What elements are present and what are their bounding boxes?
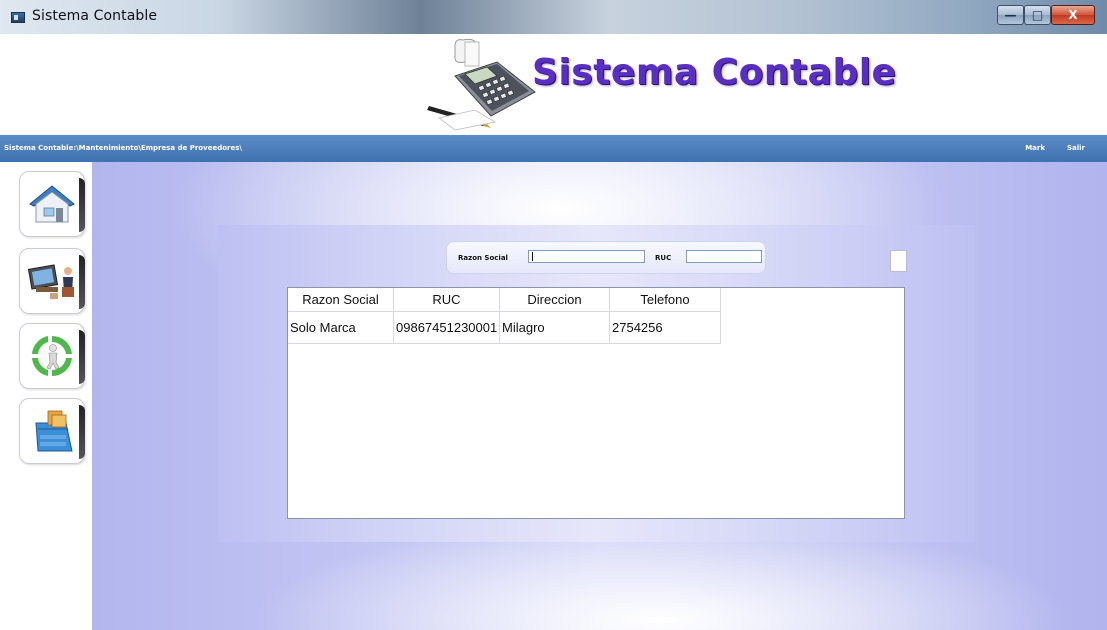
user-name: Mark: [1025, 144, 1045, 152]
sidebar: [0, 162, 92, 630]
column-header[interactable]: Telefono: [609, 288, 721, 312]
column-header[interactable]: RUC: [393, 288, 500, 312]
window-controls: — □ X: [997, 5, 1095, 25]
razon-social-label: Razon Social: [458, 254, 508, 262]
minimize-button[interactable]: —: [997, 5, 1024, 25]
app-title: Sistema Contable: [532, 52, 897, 93]
table-cell[interactable]: 2754256: [609, 311, 721, 344]
breadcrumb: Sistema Contable:\Mantenimiento\Empresa …: [4, 144, 242, 152]
column-header[interactable]: Razon Social: [288, 288, 394, 312]
ruc-label: RUC: [655, 254, 672, 262]
table-cell[interactable]: Milagro: [499, 311, 610, 344]
ruc-input[interactable]: [686, 250, 762, 263]
providers-panel: Razon Social RUC Razon Social RUC Direcc…: [218, 225, 975, 542]
app-window-icon: [11, 12, 25, 23]
window-title: Sistema Contable: [32, 8, 158, 24]
close-button[interactable]: X: [1051, 5, 1095, 25]
main-content: Razon Social RUC Razon Social RUC Direcc…: [92, 162, 1107, 630]
logout-link[interactable]: Salir: [1067, 144, 1085, 152]
breadcrumb-bar: Sistema Contable:\Mantenimiento\Empresa …: [0, 135, 1107, 162]
home-icon: [29, 185, 75, 223]
table-row[interactable]: Solo Marca 09867451230001 Milagro 275425…: [288, 311, 721, 344]
table-cell[interactable]: Solo Marca: [288, 311, 394, 344]
sidebar-refresh-button[interactable]: [19, 323, 85, 389]
search-box: Razon Social RUC: [446, 241, 766, 274]
column-header[interactable]: Direccion: [499, 288, 610, 312]
table-header-row: Razon Social RUC Direccion Telefono: [288, 288, 721, 312]
search-button[interactable]: [890, 250, 907, 272]
sidebar-files-button[interactable]: [19, 398, 85, 464]
providers-table: Razon Social RUC Direccion Telefono Solo…: [287, 287, 905, 519]
window-title-bar: Sistema Contable — □ X: [0, 0, 1107, 34]
refresh-person-icon: [32, 335, 72, 377]
header-banner: Sistema Contable: [0, 34, 1107, 135]
office-desk-icon: [27, 264, 74, 299]
table-cell[interactable]: 09867451230001: [393, 311, 500, 344]
maximize-button[interactable]: □: [1024, 5, 1051, 25]
file-cabinet-icon: [35, 410, 73, 452]
sidebar-home-button[interactable]: [19, 171, 85, 237]
razon-social-input[interactable]: [528, 250, 645, 263]
text-cursor: [532, 252, 533, 261]
sidebar-office-button[interactable]: [19, 248, 85, 314]
